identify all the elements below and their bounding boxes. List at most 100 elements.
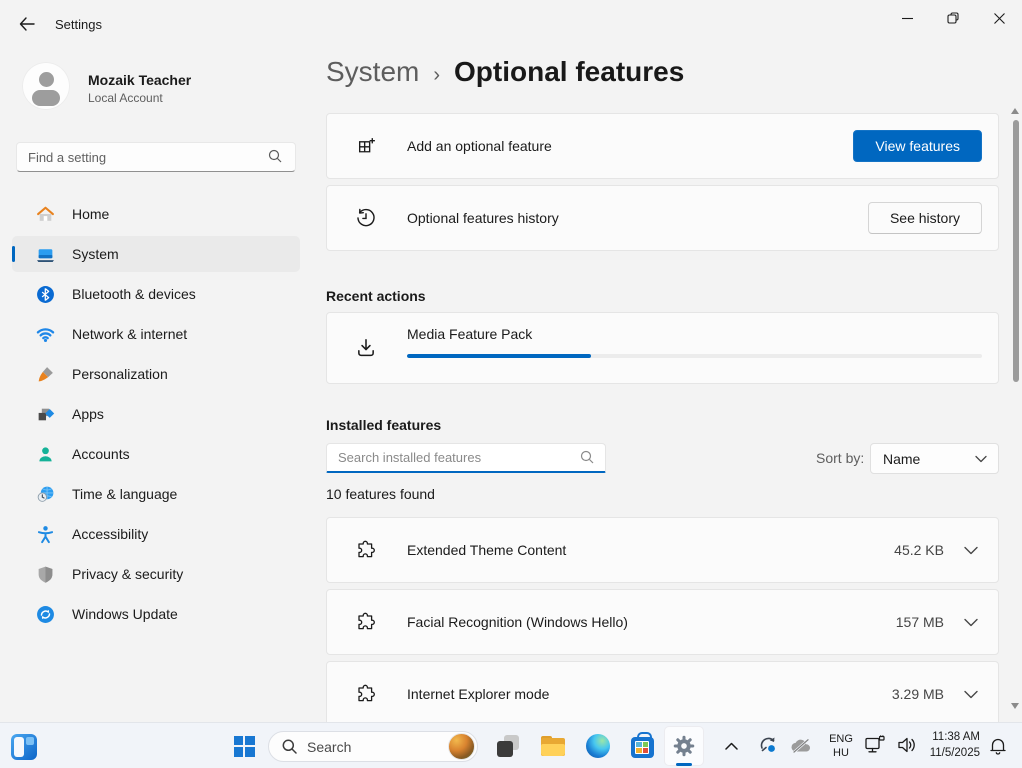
task-view-icon [497, 735, 519, 757]
user-name: Mozaik Teacher [88, 72, 191, 88]
wifi-icon [36, 325, 55, 344]
paintbrush-icon [36, 365, 55, 384]
chevron-down-icon[interactable] [964, 690, 978, 699]
view-features-button[interactable]: View features [853, 130, 982, 162]
avatar-body-icon [32, 90, 60, 106]
show-hidden-icons-button[interactable] [720, 735, 742, 757]
feature-row-internet-explorer-mode[interactable]: Internet Explorer mode 3.29 MB [326, 661, 999, 727]
features-history-card: Optional features history See history [326, 185, 999, 251]
sidebar-item-bluetooth-devices[interactable]: Bluetooth & devices [12, 276, 300, 312]
feature-size: 3.29 MB [892, 686, 944, 702]
start-button[interactable] [226, 728, 262, 764]
file-explorer-icon [541, 736, 565, 756]
restore-button[interactable] [930, 0, 976, 36]
accounts-icon [36, 445, 55, 464]
volume-tray-button[interactable] [894, 732, 920, 758]
installed-features-title: Installed features [326, 417, 441, 433]
windows-logo-icon [234, 736, 255, 757]
feature-row-facial-recognition[interactable]: Facial Recognition (Windows Hello) 157 M… [326, 589, 999, 655]
feature-row-extended-theme-content[interactable]: Extended Theme Content 45.2 KB [326, 517, 999, 583]
taskbar-search-placeholder: Search [307, 739, 448, 755]
sidebar-item-time-language[interactable]: Time & language [12, 476, 300, 512]
sidebar-item-label: Accounts [72, 446, 130, 462]
sidebar-item-label: Windows Update [72, 606, 178, 622]
clock-date: 11/5/2025 [930, 746, 980, 762]
search-icon [282, 739, 297, 754]
sidebar-item-home[interactable]: Home [12, 196, 300, 232]
taskbar: Search [0, 722, 1022, 768]
sidebar-item-privacy-security[interactable]: Privacy & security [12, 556, 300, 592]
breadcrumb-system[interactable]: System [326, 56, 419, 88]
close-button[interactable] [976, 0, 1022, 36]
language-line2: HU [833, 746, 849, 760]
add-feature-icon [355, 136, 377, 157]
notifications-button[interactable] [984, 732, 1012, 760]
sidebar-item-label: System [72, 246, 119, 262]
back-arrow-icon [19, 17, 35, 31]
sidebar-item-windows-update[interactable]: Windows Update [12, 596, 300, 632]
sidebar-item-label: Home [72, 206, 109, 222]
clock-time: 11:38 AM [932, 730, 980, 746]
sidebar-item-system[interactable]: System [12, 236, 300, 272]
file-explorer-button[interactable] [535, 728, 571, 764]
sidebar-item-network-internet[interactable]: Network & internet [12, 316, 300, 352]
find-setting-input[interactable] [16, 142, 296, 172]
cloud-slash-icon [790, 738, 812, 754]
sidebar-item-accessibility[interactable]: Accessibility [12, 516, 300, 552]
breadcrumb: System › Optional features [326, 56, 684, 88]
features-history-label: Optional features history [407, 210, 559, 226]
sidebar-item-personalization[interactable]: Personalization [12, 356, 300, 392]
page-title: Optional features [454, 56, 684, 88]
minimize-icon [902, 13, 913, 24]
sidebar-item-label: Accessibility [72, 526, 148, 542]
installed-features-search-input[interactable] [326, 443, 606, 473]
feature-size: 157 MB [896, 614, 944, 630]
update-pending-tray-button[interactable] [754, 731, 782, 759]
edge-icon [586, 734, 610, 758]
language-indicator[interactable]: ENG HU [822, 729, 860, 763]
task-view-button[interactable] [490, 728, 526, 764]
history-icon [355, 207, 377, 229]
taskbar-search[interactable]: Search [268, 731, 478, 762]
avatar [22, 62, 70, 110]
app-title: Settings [55, 17, 102, 32]
puzzle-icon [355, 540, 377, 560]
recent-actions-title: Recent actions [326, 288, 426, 304]
window-controls [884, 0, 1022, 36]
network-tray-button[interactable] [862, 732, 888, 758]
back-button[interactable] [10, 9, 44, 39]
chevron-down-icon[interactable] [964, 618, 978, 627]
avatar-head-icon [39, 72, 54, 87]
search-highlight-image[interactable] [448, 733, 475, 760]
feature-name: Extended Theme Content [407, 542, 566, 558]
edge-button[interactable] [580, 728, 616, 764]
clock-tray-button[interactable]: 11:38 AM 11/5/2025 [922, 729, 980, 763]
see-history-button[interactable]: See history [868, 202, 982, 234]
feature-name: Facial Recognition (Windows Hello) [407, 614, 628, 630]
sidebar-item-label: Privacy & security [72, 566, 183, 582]
chevron-down-icon[interactable] [964, 546, 978, 555]
widgets-button[interactable] [8, 731, 40, 763]
progress-bar [407, 354, 982, 358]
microsoft-store-button[interactable] [624, 728, 660, 764]
minimize-button[interactable] [884, 0, 930, 36]
scrollbar-down-arrow[interactable] [1011, 703, 1019, 709]
settings-window: Settings Mozaik Teacher Local Account Ho… [0, 0, 1022, 768]
windows-update-icon [36, 605, 55, 624]
feature-size: 45.2 KB [894, 542, 944, 558]
user-account-type: Local Account [88, 91, 163, 105]
scrollbar-thumb[interactable] [1013, 120, 1019, 382]
onedrive-offline-tray-button[interactable] [788, 733, 814, 759]
sidebar-item-apps[interactable]: Apps [12, 396, 300, 432]
sidebar-item-accounts[interactable]: Accounts [12, 436, 300, 472]
scrollbar-up-arrow[interactable] [1011, 108, 1019, 114]
network-monitor-icon [864, 735, 886, 755]
feature-name: Internet Explorer mode [407, 686, 549, 702]
sidebar-item-label: Apps [72, 406, 104, 422]
breadcrumb-separator: › [433, 64, 440, 87]
sort-dropdown[interactable]: Name [870, 443, 999, 474]
settings-app-button[interactable] [664, 726, 704, 766]
widgets-icon [11, 734, 37, 760]
settings-gear-icon [671, 733, 697, 759]
time-language-icon [36, 485, 55, 504]
